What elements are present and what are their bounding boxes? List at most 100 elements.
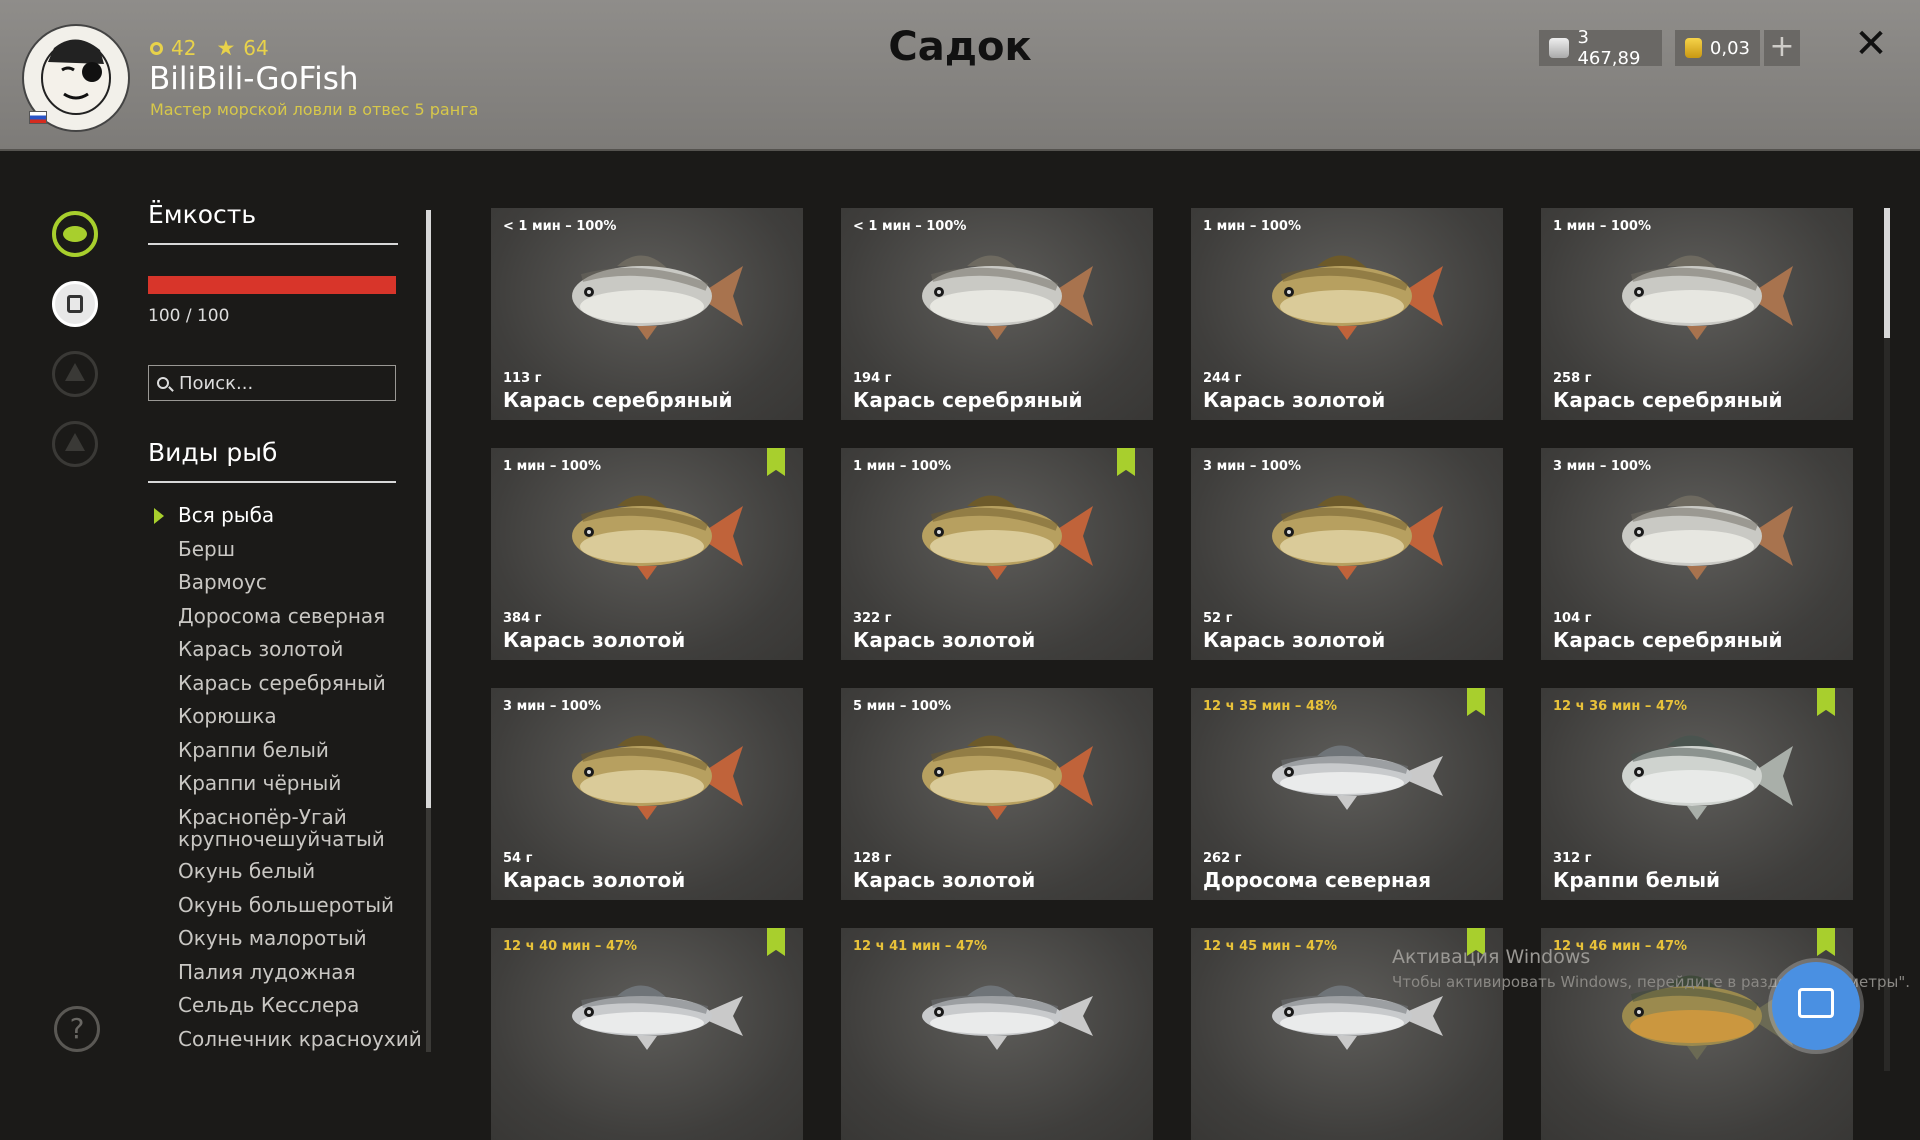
shad-fish-icon <box>1272 745 1443 810</box>
fish-card[interactable]: < 1 мин – 100% 194 г Карась серебряный <box>841 208 1153 420</box>
country-flag-icon <box>29 111 47 124</box>
gold-fish-icon <box>1272 255 1443 340</box>
fish-card[interactable]: 1 мин – 100% 244 г Карась золотой <box>1191 208 1503 420</box>
fish-weight: 322 г <box>853 611 892 626</box>
species-title: Виды рыб <box>148 438 278 467</box>
catch-time: 1 мин – 100% <box>1553 219 1652 234</box>
catch-time: 12 ч 40 мин – 47% <box>503 939 638 954</box>
species-item[interactable]: Карась серебряный <box>178 672 386 694</box>
silver-fish-icon <box>1622 255 1793 340</box>
species-item[interactable]: Вармоус <box>178 571 267 593</box>
catch-time: 3 мин – 100% <box>1203 459 1302 474</box>
fish-name: Карась золотой <box>503 868 686 892</box>
bookmark-icon[interactable] <box>1817 928 1835 956</box>
species-item[interactable]: Вся рыба <box>178 504 274 526</box>
help-icon[interactable]: ? <box>54 1006 100 1052</box>
species-item[interactable]: Берш <box>178 538 235 560</box>
species-item[interactable]: Корюшка <box>178 705 277 727</box>
selected-arrow-icon <box>154 508 164 524</box>
gold-fish-icon <box>572 495 743 580</box>
catch-time: 12 ч 35 мин – 48% <box>1203 699 1338 714</box>
fish-name: Карась серебряный <box>1553 628 1783 652</box>
species-item[interactable]: Сельдь Кесслера <box>178 994 359 1016</box>
capacity-value: 100 / 100 <box>148 306 230 326</box>
grid-scrollbar[interactable] <box>1884 208 1890 338</box>
fish-card[interactable]: 1 мин – 100% 322 г Карась золотой <box>841 448 1153 660</box>
cooler-box-icon[interactable] <box>52 281 98 327</box>
bookmark-icon[interactable] <box>767 928 785 956</box>
capacity-title: Ёмкость <box>148 200 257 229</box>
species-item[interactable]: Окунь большеротый <box>178 894 394 916</box>
gold-fish-icon <box>572 735 743 820</box>
fish-card[interactable]: 12 ч 41 мин – 47% <box>841 928 1153 1140</box>
close-button[interactable]: ✕ <box>1853 24 1889 64</box>
bookmark-icon[interactable] <box>1117 448 1135 476</box>
fish-name: Карась золотой <box>1203 628 1386 652</box>
species-item[interactable]: Краппи чёрный <box>178 772 341 794</box>
fish-name: Карась серебряный <box>503 388 733 412</box>
fish-weight: 194 г <box>853 371 892 386</box>
gold-fish-icon <box>1272 495 1443 580</box>
catch-time: 3 мин – 100% <box>503 699 602 714</box>
fish-weight: 312 г <box>1553 851 1592 866</box>
fish-card[interactable]: 12 ч 35 мин – 48% 262 г Доросома северная <box>1191 688 1503 900</box>
species-item[interactable]: Палия лудожная <box>178 961 356 983</box>
catch-time: 1 мин – 100% <box>503 459 602 474</box>
species-item[interactable]: Доросома северная <box>178 605 385 627</box>
camp-icon[interactable] <box>52 351 98 397</box>
species-item[interactable]: Окунь малоротый <box>178 927 367 949</box>
search-icon <box>157 377 169 389</box>
fish-card[interactable]: 1 мин – 100% 258 г Карась серебряный <box>1541 208 1853 420</box>
silver-fish-icon <box>1622 495 1793 580</box>
gold-coin-icon <box>1685 38 1702 58</box>
silver-coin-icon <box>1549 38 1570 58</box>
home-icon[interactable] <box>52 421 98 467</box>
species-item[interactable]: Краппи белый <box>178 739 329 761</box>
bookmark-icon[interactable] <box>767 448 785 476</box>
species-item[interactable]: Солнечник красноухий <box>178 1028 422 1050</box>
sidebar-scrollbar[interactable] <box>426 210 431 808</box>
pointer-icon <box>1798 988 1834 1018</box>
cursor-assist-button[interactable] <box>1772 962 1860 1050</box>
fish-weight: 113 г <box>503 371 542 386</box>
add-currency-button[interactable]: + <box>1764 30 1800 66</box>
bookmark-icon[interactable] <box>1817 688 1835 716</box>
fish-card[interactable]: 12 ч 36 мин – 47% 312 г Краппи белый <box>1541 688 1853 900</box>
fish-card[interactable]: 12 ч 40 мин – 47% <box>491 928 803 1140</box>
gold-fish-icon <box>922 735 1093 820</box>
search-placeholder: Поиск... <box>179 372 254 394</box>
catch-time: 12 ч 36 мин – 47% <box>1553 699 1688 714</box>
gold-amount: 0,03 <box>1709 37 1750 59</box>
keepnet-fish-icon[interactable] <box>52 211 98 257</box>
fish-weight: 54 г <box>503 851 533 866</box>
fish-card[interactable]: 3 мин – 100% 54 г Карась золотой <box>491 688 803 900</box>
bookmark-icon[interactable] <box>1467 688 1485 716</box>
fish-weight: 244 г <box>1203 371 1242 386</box>
divider <box>148 243 398 245</box>
catch-time: 12 ч 45 мин – 47% <box>1203 939 1338 954</box>
fish-name: Карась золотой <box>503 628 686 652</box>
fish-card[interactable]: 5 мин – 100% 128 г Карась золотой <box>841 688 1153 900</box>
fish-name: Карась серебряный <box>1553 388 1783 412</box>
silver-balance: 3 467,89 <box>1539 27 1662 69</box>
fish-name: Краппи белый <box>1553 868 1721 892</box>
fish-weight: 52 г <box>1203 611 1233 626</box>
fish-name: Карась золотой <box>853 628 1036 652</box>
fish-card[interactable]: 3 мин – 100% 104 г Карась серебряный <box>1541 448 1853 660</box>
species-item[interactable]: Карась золотой <box>178 638 343 660</box>
fish-card[interactable]: 1 мин – 100% 384 г Карась золотой <box>491 448 803 660</box>
catch-time: 12 ч 41 мин – 47% <box>853 939 988 954</box>
species-section: Виды рыб Вся рыба Берш Вармоус Доросома сев… <box>148 438 422 1050</box>
fish-card[interactable]: < 1 мин – 100% 113 г Карась серебряный <box>491 208 803 420</box>
shad-fish-icon <box>922 985 1093 1050</box>
fish-card[interactable]: 3 мин – 100% 52 г Карась золотой <box>1191 448 1503 660</box>
search-input[interactable]: Поиск... <box>148 365 396 401</box>
shad-fish-icon <box>572 985 743 1050</box>
top-bar: 42 ★ 64 BiliBili-GoFish Мастер морской л… <box>0 0 1920 151</box>
windows-activation-title: Активация Windows <box>1392 946 1591 968</box>
crappie-fish-icon <box>1622 735 1793 820</box>
species-item[interactable]: Краснопёр-Угай крупночешуйчатый <box>178 806 385 850</box>
catch-time: < 1 мин – 100% <box>853 219 967 234</box>
fish-weight: 258 г <box>1553 371 1592 386</box>
species-item[interactable]: Окунь белый <box>178 860 315 882</box>
